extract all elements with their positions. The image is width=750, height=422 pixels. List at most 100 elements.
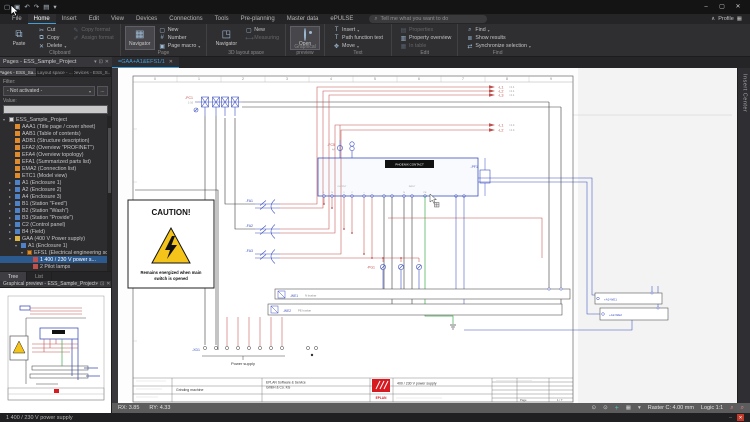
tree-item[interactable]: ADB1 (Structure description) — [0, 137, 111, 144]
ribbon-button[interactable]: ⌕Find▾ — [464, 26, 533, 34]
tree-expand-icon[interactable]: ▸ — [9, 222, 13, 227]
tree-item[interactable]: ▸ B2 (Station "Wash") — [0, 207, 111, 214]
layout-navigator-button[interactable]: ◳ Navigator — [211, 26, 241, 50]
tree-item[interactable]: EFA4 (Overview topology) — [0, 151, 111, 158]
ribbon-button[interactable]: ▢New — [157, 26, 203, 34]
dock-tab[interactable]: Devices - ESS_S... — [74, 68, 111, 76]
tree-item[interactable]: ▸ A1 (Enclosure 1) — [0, 179, 111, 186]
tree-item[interactable]: ▾ GAA (400 V Power supply) — [0, 235, 111, 242]
tree-expand-icon[interactable]: ▾ — [3, 117, 7, 122]
ribbon-button[interactable]: ▥Property overview — [398, 34, 453, 42]
tree-expand-icon[interactable]: ▸ — [9, 215, 13, 220]
tree-list-tab[interactable]: Tree — [0, 272, 27, 281]
dock-tab[interactable]: Pages - ESS_Sa... — [0, 68, 37, 76]
ribbon-tab[interactable]: Home — [28, 14, 56, 24]
crosshair-icon[interactable]: + — [615, 405, 619, 412]
zoom-out-icon[interactable]: ⌕ — [741, 405, 744, 412]
ribbon-button[interactable]: TPath function text — [331, 34, 387, 42]
tree-item[interactable]: EMA2 (Connection list) — [0, 165, 111, 172]
zoom-in-icon[interactable]: ⌕ — [730, 405, 733, 412]
tree-expand-icon[interactable]: ▸ — [9, 201, 13, 206]
collapse-icon[interactable]: – — [729, 415, 732, 421]
value-input[interactable] — [3, 105, 108, 114]
busbar-we1[interactable]: -WE1 N busbar — [275, 288, 570, 299]
tree-item[interactable]: ▸ A2 (Enclosure 2) — [0, 186, 111, 193]
ribbon-button[interactable]: ⟷Measuring — [243, 34, 281, 42]
qat-icon[interactable]: ▾ — [53, 3, 56, 11]
panel-float-icon[interactable]: ⊡ — [100, 281, 104, 287]
tree-scrollbar[interactable] — [107, 116, 111, 271]
panel-menu-icon[interactable]: ▾ — [96, 281, 99, 287]
right-box-1[interactable]: +A2-WE1 — [595, 292, 662, 304]
tree-expand-icon[interactable]: ▸ — [9, 180, 13, 185]
ribbon-button[interactable]: #Number — [157, 34, 203, 42]
panel-float-icon[interactable]: ⊡ — [99, 59, 103, 65]
ribbon-tab[interactable]: Connections — [163, 14, 208, 24]
right-box-2[interactable]: +A2-WE2 — [600, 307, 668, 320]
ribbon-button[interactable]: ≣Show results — [464, 34, 533, 42]
tree-expand-icon[interactable]: ▸ — [9, 229, 13, 234]
power-supply-box[interactable]: PHOENIX CONTACT LN12 +-NPE OUTPUTINPUT — [318, 158, 478, 197]
ribbon-tab[interactable]: Insert — [56, 14, 83, 24]
ribbon-button[interactable]: ⧉Copy — [36, 34, 68, 42]
page-navigator-button[interactable]: ▦ Navigator — [125, 26, 155, 50]
grid-icon[interactable]: ▦ — [626, 405, 631, 411]
tree-item[interactable]: ▸ B3 (Station "Provide") — [0, 214, 111, 221]
filter-select[interactable]: - Not activated - ▾ — [3, 86, 95, 96]
tree-expand-icon[interactable]: ▸ — [9, 194, 13, 199]
ribbon-button[interactable]: TInsert▾ — [331, 26, 387, 34]
ribbon-tab[interactable]: Master data — [281, 14, 325, 24]
ribbon-button[interactable]: ✂Cut — [36, 26, 68, 34]
snap-icon[interactable]: ⊙ — [591, 405, 596, 411]
qat-icon[interactable]: ↶ — [24, 3, 29, 11]
grid-snap-icon[interactable]: ⊙ — [603, 405, 608, 411]
dock-tab[interactable]: Layout space - ... — [37, 68, 74, 76]
ribbon-tab[interactable]: Devices — [130, 14, 163, 24]
tree-item[interactable]: ▾ A1 (Enclosure 1) — [0, 242, 111, 249]
busbar-we2[interactable]: -WE2 PE busbar — [268, 304, 562, 315]
tree-expand-icon[interactable]: ▾ — [9, 236, 13, 241]
tree-expand-icon[interactable]: ▾ — [21, 250, 25, 255]
document-tab[interactable]: =GAA+A1&EFS1/1 ✕ — [112, 57, 179, 68]
tree-item[interactable]: ▸ B4 (Field) — [0, 228, 111, 235]
ribbon-button[interactable]: ▢New — [243, 26, 281, 34]
grid-dropdown-icon[interactable]: ▾ — [638, 405, 641, 411]
ribbon-button[interactable]: ✎Copy format — [70, 26, 115, 34]
qat-icon[interactable]: ↷ — [34, 3, 39, 11]
caution-box[interactable]: CAUTION! Remains energized when main swi… — [128, 200, 214, 288]
panel-close-icon[interactable]: ✕ — [106, 281, 110, 287]
ribbon-tab[interactable]: Tools — [209, 14, 235, 24]
ribbon-button[interactable]: ✐Assign format — [70, 34, 115, 42]
insert-center-tab[interactable]: Insert Center — [737, 68, 750, 403]
tree-expand-icon[interactable]: ▸ — [9, 208, 13, 213]
tree-expand-icon[interactable]: ▾ — [15, 243, 19, 248]
tree-item[interactable]: ETC1 (Model view) — [0, 172, 111, 179]
maximize-button[interactable]: ▢ — [714, 0, 730, 14]
ribbon-tab[interactable]: Edit — [83, 14, 105, 24]
tree-item[interactable]: 2 Pilot lamps — [0, 263, 111, 270]
tree-item[interactable]: AAA1 (Title page / cover sheet) — [0, 123, 111, 130]
tree-item[interactable]: 1 400 / 230 V power s... — [0, 256, 111, 263]
tree-item[interactable]: ▸ A4 (Enclosure 3) — [0, 193, 111, 200]
tell-me-search[interactable]: ⌕ Tell me what you want to do — [369, 15, 487, 23]
schematic-editor-canvas[interactable]: 01 23 45 67 89 — [112, 68, 737, 403]
tab-close-icon[interactable]: ✕ — [169, 59, 173, 65]
tree-expand-icon[interactable]: ▸ — [9, 187, 13, 192]
qat-icon[interactable]: ▤ — [43, 3, 49, 11]
preview-thumbnail[interactable] — [0, 288, 111, 413]
ribbon-tab[interactable]: ePULSE — [324, 14, 359, 24]
close-button[interactable]: ✕ — [730, 0, 746, 14]
notification-icon[interactable]: ✕ — [737, 414, 744, 421]
tree-item[interactable]: ▸ C2 (Control panel) — [0, 221, 111, 228]
profile-menu[interactable]: ∧ Profile ▦ — [711, 14, 750, 24]
panel-close-icon[interactable]: ✕ — [105, 59, 109, 65]
tree-item[interactable]: EFA1 (Summarized parts list) — [0, 158, 111, 165]
ribbon-tab[interactable]: View — [105, 14, 130, 24]
tree-item[interactable]: ▾ EFS1 (Electrical engineering sc... — [0, 249, 111, 256]
panel-menu-icon[interactable]: ▾ — [94, 59, 97, 65]
tree-item[interactable]: EFA2 (Overview "PROFINET") — [0, 144, 111, 151]
paste-button[interactable]: ⧉ Paste — [4, 26, 34, 50]
tree-item[interactable]: ▸ B1 (Station "Feed") — [0, 200, 111, 207]
filter-browse-button[interactable]: ... — [97, 86, 108, 96]
tree-item[interactable]: ▾ ESS_Sample_Project — [0, 116, 111, 123]
